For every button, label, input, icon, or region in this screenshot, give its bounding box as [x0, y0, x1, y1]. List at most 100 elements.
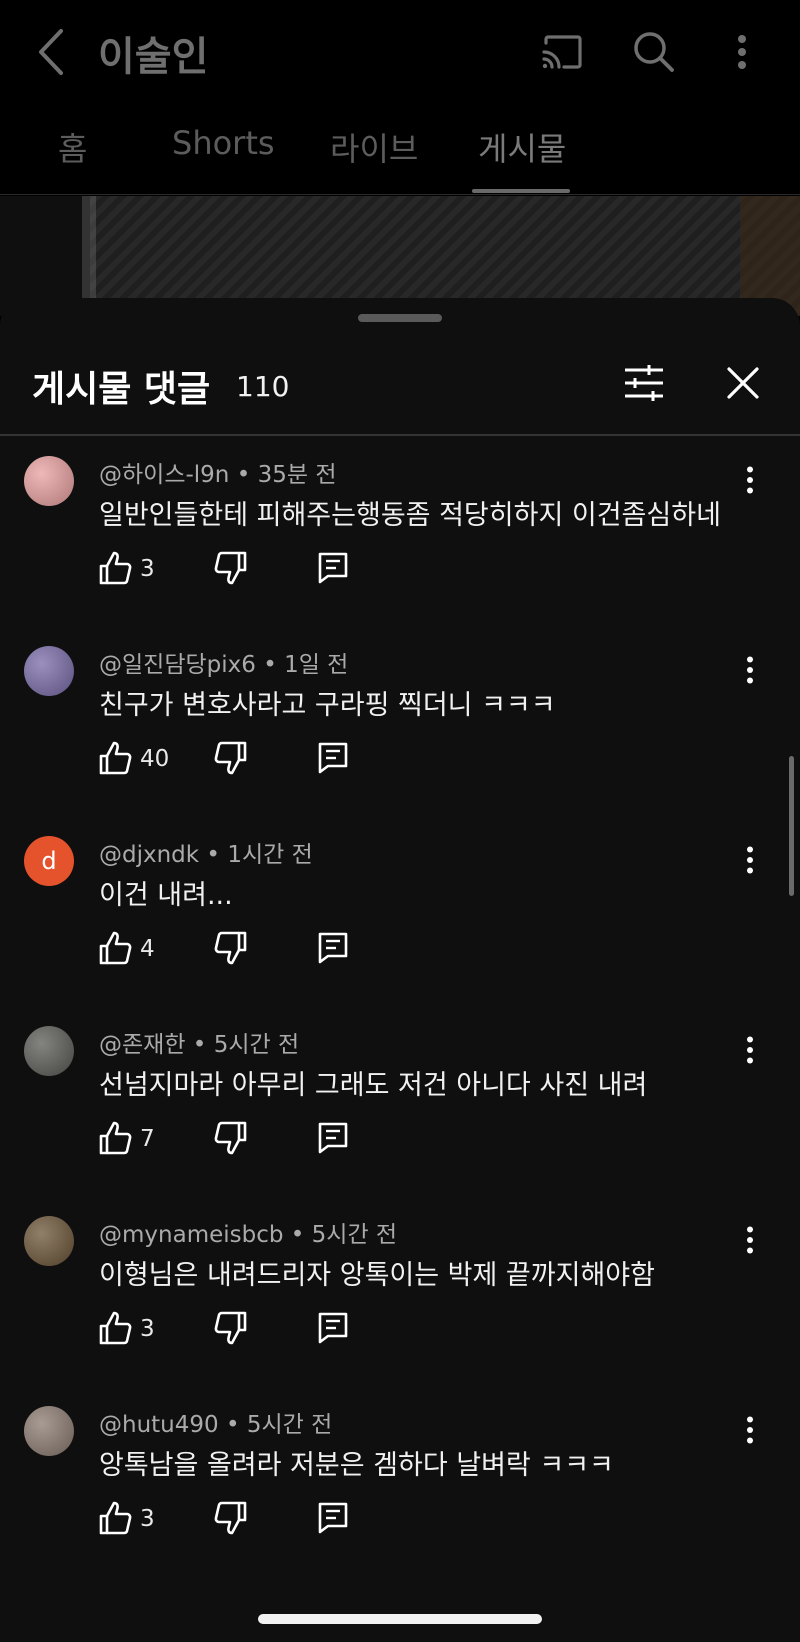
like-button[interactable]: [98, 1120, 132, 1156]
tab-shorts[interactable]: Shorts: [172, 124, 275, 162]
avatar[interactable]: [24, 646, 74, 696]
search-icon: [634, 32, 674, 72]
drag-handle[interactable]: [358, 314, 442, 322]
avatar-letter: d: [41, 847, 57, 875]
avatar[interactable]: d: [24, 836, 74, 886]
header-divider: [0, 194, 800, 195]
comment-icon: [318, 742, 348, 774]
close-sheet-button[interactable]: [718, 356, 768, 410]
like-count: 3: [140, 1316, 155, 1342]
scrollbar[interactable]: [789, 756, 794, 896]
avatar[interactable]: [24, 1216, 74, 1266]
comment-meta: @hutu490 • 5시간 전: [99, 1405, 332, 1439]
more-vert-icon: [747, 656, 753, 684]
thumb-up-icon: [99, 931, 132, 965]
dislike-button[interactable]: [214, 1500, 248, 1536]
like-count: 40: [140, 746, 170, 772]
like-count: 4: [140, 936, 155, 962]
avatar[interactable]: [24, 1026, 74, 1076]
reply-button[interactable]: [318, 1502, 348, 1534]
channel-header: 이술인 홈 Shorts 라이브 게시물: [0, 0, 800, 195]
dislike-button[interactable]: [214, 1120, 248, 1156]
comment-text: 이건 내려...: [99, 880, 233, 911]
search-button[interactable]: [626, 22, 682, 82]
comment-icon: [318, 1122, 348, 1154]
comment-meta: @djxndk • 1시간 전: [99, 835, 313, 869]
comment-item: @존재한 • 5시간 전 선넘지마라 아무리 그래도 저건 아니다 사진 내려 …: [0, 1006, 800, 1205]
comment-author[interactable]: @하이스-l9n: [99, 462, 229, 488]
cast-icon: [542, 35, 582, 69]
comment-meta: @일진담당pix6 • 1일 전: [99, 645, 348, 679]
thumb-down-icon: [214, 931, 247, 965]
comment-more-button[interactable]: [738, 1218, 762, 1262]
home-indicator[interactable]: [258, 1614, 542, 1624]
comment-icon: [318, 1502, 348, 1534]
comment-time: 5시간 전: [246, 1412, 333, 1438]
comment-author[interactable]: @hutu490: [99, 1412, 219, 1438]
app-root: 이술인 홈 Shorts 라이브 게시물 게시물 댓글 110 @하이스-l9n…: [0, 0, 800, 1642]
tab-home[interactable]: 홈: [58, 124, 87, 170]
comment-icon: [318, 1312, 348, 1344]
more-vert-icon: [738, 35, 746, 69]
dislike-button[interactable]: [214, 930, 248, 966]
reply-button[interactable]: [318, 1122, 348, 1154]
comment-time: 35분 전: [257, 462, 337, 488]
reply-button[interactable]: [318, 932, 348, 964]
comment-item: @하이스-l9n • 35분 전 일반인들한테 피해주는행동좀 적당히하지 이건…: [0, 436, 800, 635]
thumb-up-icon: [99, 1311, 132, 1345]
arrow-back-icon: [39, 29, 63, 75]
more-options-button[interactable]: [722, 22, 762, 82]
meta-separator: •: [290, 1222, 312, 1248]
comment-author[interactable]: @일진담당pix6: [99, 652, 256, 678]
comment-item: @일진담당pix6 • 1일 전 친구가 변호사라고 구라핑 찍더니 ㅋㅋㅋ 4…: [0, 626, 800, 825]
avatar[interactable]: [24, 1406, 74, 1456]
comment-meta: @하이스-l9n • 35분 전: [99, 455, 337, 489]
comment-author[interactable]: @mynameisbcb: [99, 1222, 283, 1248]
meta-separator: •: [225, 1412, 247, 1438]
comment-time: 5시간 전: [213, 1032, 300, 1058]
back-button[interactable]: [24, 18, 76, 86]
comment-icon: [318, 552, 348, 584]
comment-more-button[interactable]: [738, 458, 762, 502]
more-vert-icon: [747, 1226, 753, 1254]
reply-button[interactable]: [318, 742, 348, 774]
comment-meta: @존재한 • 5시간 전: [99, 1025, 299, 1059]
meta-separator: •: [206, 842, 228, 868]
cast-button[interactable]: [534, 22, 590, 82]
thumb-down-icon: [214, 1311, 247, 1345]
thumb-up-icon: [99, 741, 132, 775]
reply-button[interactable]: [318, 552, 348, 584]
like-button[interactable]: [98, 550, 132, 586]
comment-text: 이형님은 내려드리자 앙톡이는 박제 끝까지해야함: [99, 1260, 655, 1291]
dislike-button[interactable]: [214, 740, 248, 776]
comment-more-button[interactable]: [738, 1028, 762, 1072]
dislike-button[interactable]: [214, 1310, 248, 1346]
like-button[interactable]: [98, 1310, 132, 1346]
comment-more-button[interactable]: [738, 1408, 762, 1452]
avatar[interactable]: [24, 456, 74, 506]
dislike-button[interactable]: [214, 550, 248, 586]
channel-title: 이술인: [98, 34, 209, 80]
like-button[interactable]: [98, 1500, 132, 1536]
comment-meta: @mynameisbcb • 5시간 전: [99, 1215, 397, 1249]
comment-more-button[interactable]: [738, 838, 762, 882]
like-button[interactable]: [98, 740, 132, 776]
comment-count: 110: [236, 370, 290, 403]
comment-text: 일반인들한테 피해주는행동좀 적당히하지 이건좀심하네: [99, 500, 721, 531]
like-button[interactable]: [98, 930, 132, 966]
tab-posts[interactable]: 게시물: [478, 124, 566, 170]
more-vert-icon: [747, 1416, 753, 1444]
sheet-title: 게시물 댓글: [32, 369, 211, 410]
comment-author[interactable]: @djxndk: [99, 842, 199, 868]
reply-button[interactable]: [318, 1312, 348, 1344]
channel-tabs: 홈 Shorts 라이브 게시물: [0, 112, 800, 196]
sort-filter-button[interactable]: [618, 358, 670, 408]
tab-live[interactable]: 라이브: [330, 124, 418, 170]
thumb-up-icon: [99, 1501, 132, 1535]
thumb-down-icon: [214, 741, 247, 775]
comment-actions: 7: [98, 1116, 398, 1164]
close-icon: [727, 367, 759, 399]
comment-more-button[interactable]: [738, 648, 762, 692]
comment-author[interactable]: @존재한: [99, 1032, 185, 1058]
comment-icon: [318, 932, 348, 964]
